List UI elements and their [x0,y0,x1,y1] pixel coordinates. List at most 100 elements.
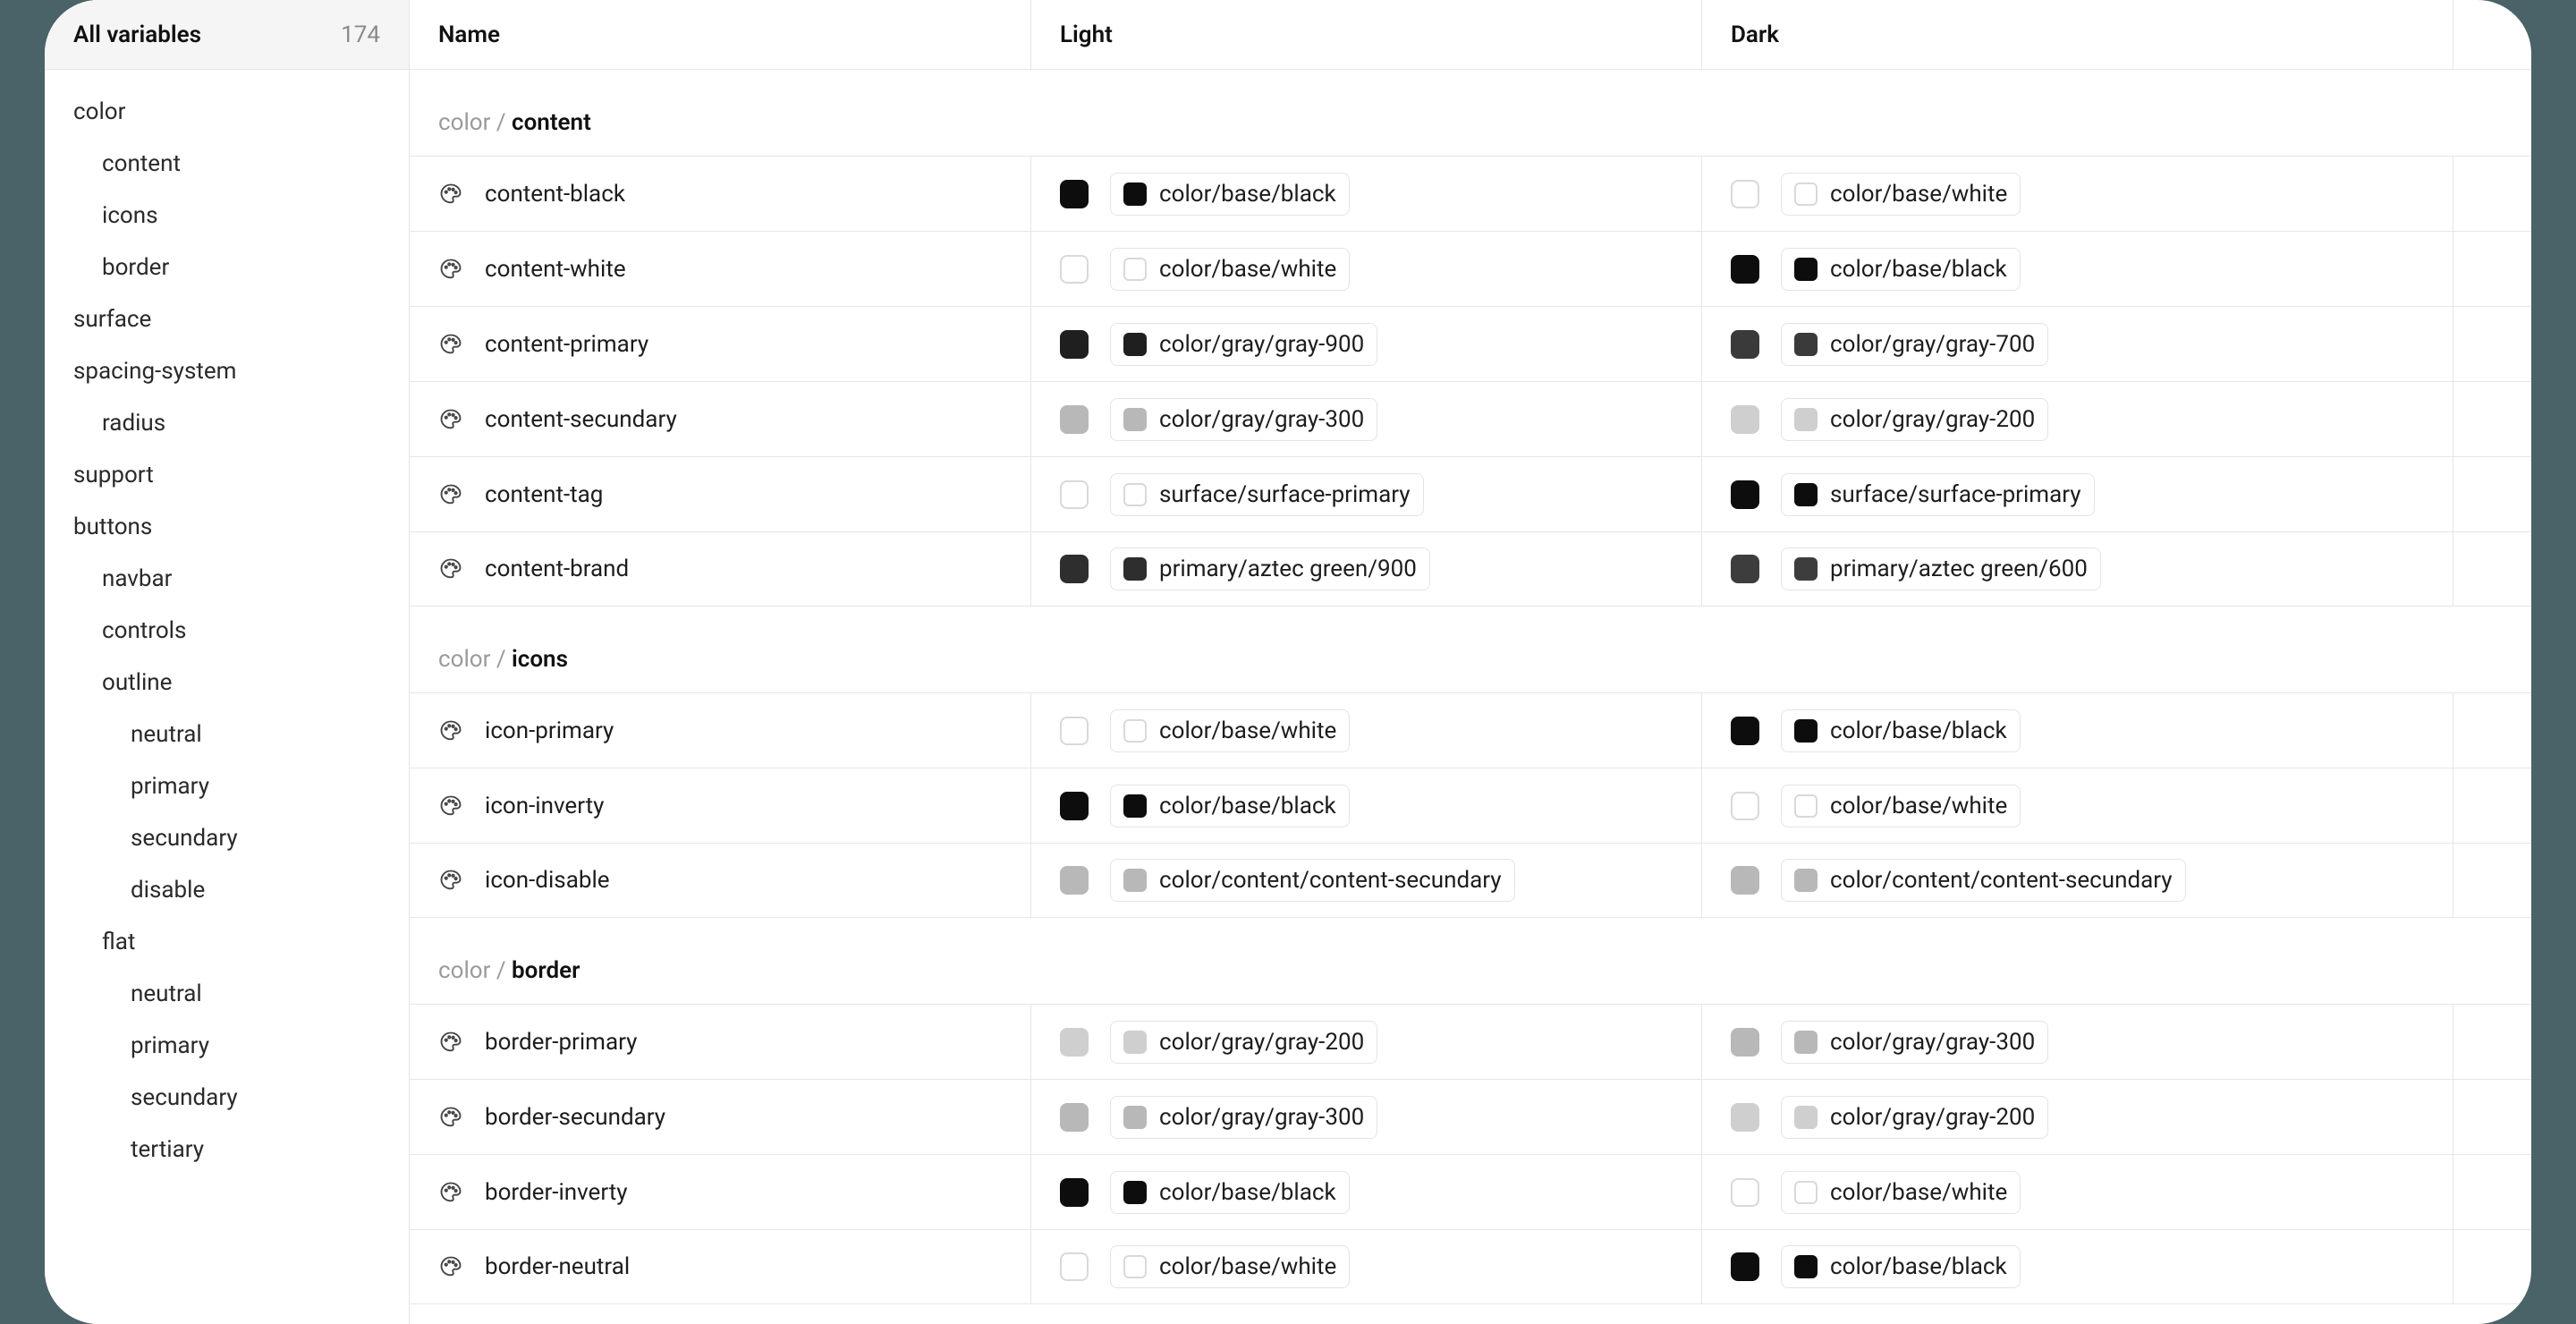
sidebar-item-border[interactable]: border [45,242,409,293]
cell-name[interactable]: content-white [410,232,1031,306]
alias-chip[interactable]: color/base/white [1781,173,2021,216]
alias-chip[interactable]: color/base/black [1110,785,1350,828]
sidebar-item-outline[interactable]: outline [45,657,409,709]
sidebar-item-controls[interactable]: controls [45,605,409,657]
alias-chip[interactable]: color/base/black [1781,709,2021,752]
alias-chip[interactable]: color/gray/gray-700 [1781,323,2048,366]
alias-chip[interactable]: color/gray/gray-200 [1781,1096,2048,1139]
sidebar-item-spacing-system[interactable]: spacing-system [45,345,409,397]
sidebar-item-secundary[interactable]: secundary [45,812,409,864]
cell-name[interactable]: content-black [410,157,1031,231]
alias-chip[interactable]: color/base/black [1110,173,1350,216]
alias-chip[interactable]: color/base/white [1110,248,1350,291]
cell-light[interactable]: color/base/white [1031,693,1702,768]
alias-chip[interactable]: color/gray/gray-300 [1110,1096,1377,1139]
cell-dark[interactable]: color/gray/gray-300 [1702,1005,2453,1079]
cell-name[interactable]: content-tag [410,457,1031,531]
alias-chip[interactable]: color/gray/gray-200 [1110,1021,1377,1064]
alias-chip[interactable]: color/gray/gray-300 [1110,398,1377,441]
cell-dark[interactable]: color/base/white [1702,1155,2453,1229]
cell-dark[interactable]: primary/aztec green/600 [1702,532,2453,606]
cell-light[interactable]: color/gray/gray-300 [1031,1080,1702,1154]
table-row[interactable]: icon-inverty color/base/black color/base/w… [410,768,2531,843]
cell-name[interactable]: icon-disable [410,844,1031,917]
cell-dark[interactable]: color/gray/gray-200 [1702,382,2453,456]
cell-name[interactable]: border-primary [410,1005,1031,1079]
sidebar-item-content[interactable]: content [45,138,409,190]
cell-dark[interactable]: color/base/white [1702,157,2453,231]
cell-dark[interactable]: color/base/black [1702,1230,2453,1303]
alias-chip[interactable]: color/gray/gray-900 [1110,323,1377,366]
cell-name[interactable]: content-secundary [410,382,1031,456]
cell-dark[interactable]: color/base/black [1702,232,2453,306]
cell-light[interactable]: color/base/white [1031,232,1702,306]
table-row[interactable]: content-black color/base/black color/base/… [410,156,2531,231]
col-light[interactable]: Light [1031,0,1702,69]
table-row[interactable]: content-brand primary/aztec green/900 prim… [410,531,2531,607]
sidebar-item-surface[interactable]: surface [45,293,409,345]
cell-light[interactable]: primary/aztec green/900 [1031,532,1702,606]
cell-dark[interactable]: color/gray/gray-700 [1702,307,2453,381]
cell-name[interactable]: border-inverty [410,1155,1031,1229]
alias-chip[interactable]: color/base/white [1781,785,2021,828]
sidebar-item-buttons[interactable]: buttons [45,501,409,553]
alias-chip[interactable]: surface/surface-primary [1781,473,2095,516]
cell-dark[interactable]: surface/surface-primary [1702,457,2453,531]
table-row[interactable]: border-secundary color/gray/gray-300 color… [410,1079,2531,1154]
sidebar-header[interactable]: All variables 174 [45,0,409,70]
sidebar-item-radius[interactable]: radius [45,397,409,449]
sidebar-item-secundary[interactable]: secundary [45,1072,409,1124]
alias-chip[interactable]: surface/surface-primary [1110,473,1424,516]
cell-light[interactable]: color/gray/gray-200 [1031,1005,1702,1079]
cell-name[interactable]: icon-primary [410,693,1031,768]
table-row[interactable]: icon-disable color/content/content-secund… [410,843,2531,918]
sidebar-item-navbar[interactable]: navbar [45,553,409,605]
alias-chip[interactable]: color/gray/gray-300 [1781,1021,2048,1064]
cell-light[interactable]: surface/surface-primary [1031,457,1702,531]
table-row[interactable]: border-inverty color/base/black color/base… [410,1154,2531,1229]
cell-name[interactable]: border-secundary [410,1080,1031,1154]
cell-light[interactable]: color/gray/gray-900 [1031,307,1702,381]
table-row[interactable]: content-white color/base/white color/base/… [410,231,2531,306]
cell-dark[interactable]: color/base/black [1702,693,2453,768]
alias-chip[interactable]: primary/aztec green/600 [1781,547,2101,590]
cell-light[interactable]: color/base/black [1031,157,1702,231]
table-row[interactable]: content-tag surface/surface-primary surfac… [410,456,2531,531]
alias-chip[interactable]: primary/aztec green/900 [1110,547,1430,590]
cell-dark[interactable]: color/base/white [1702,768,2453,843]
sidebar-item-primary[interactable]: primary [45,1020,409,1072]
sidebar-item-flat[interactable]: flat [45,916,409,968]
cell-dark[interactable]: color/gray/gray-200 [1702,1080,2453,1154]
alias-chip[interactable]: color/gray/gray-200 [1781,398,2048,441]
table-row[interactable]: content-secundary color/gray/gray-300 colo… [410,381,2531,456]
sidebar-item-support[interactable]: support [45,449,409,501]
alias-chip[interactable]: color/base/white [1110,709,1350,752]
cell-name[interactable]: border-neutral [410,1230,1031,1303]
cell-dark[interactable]: color/content/content-secundary [1702,844,2453,917]
cell-light[interactable]: color/base/black [1031,768,1702,843]
alias-chip[interactable]: color/base/black [1781,1245,2021,1288]
cell-name[interactable]: icon-inverty [410,768,1031,843]
cell-light[interactable]: color/base/black [1031,1155,1702,1229]
col-name[interactable]: Name [410,0,1031,69]
sidebar-item-tertiary[interactable]: tertiary [45,1124,409,1175]
table-row[interactable]: icon-primary color/base/white color/base/b… [410,692,2531,768]
sidebar-item-color[interactable]: color [45,86,409,138]
cell-name[interactable]: content-brand [410,532,1031,606]
table-row[interactable]: content-primary color/gray/gray-900 color/… [410,306,2531,381]
table-row[interactable]: border-neutral color/base/white color/base… [410,1229,2531,1304]
col-dark[interactable]: Dark [1702,0,2453,69]
alias-chip[interactable]: color/base/white [1781,1171,2021,1214]
sidebar-item-icons[interactable]: icons [45,190,409,242]
sidebar-item-disable[interactable]: disable [45,864,409,916]
cell-light[interactable]: color/content/content-secundary [1031,844,1702,917]
cell-name[interactable]: content-primary [410,307,1031,381]
alias-chip[interactable]: color/content/content-secundary [1110,859,1515,902]
cell-light[interactable]: color/gray/gray-300 [1031,382,1702,456]
alias-chip[interactable]: color/base/white [1110,1245,1350,1288]
cell-light[interactable]: color/base/white [1031,1230,1702,1303]
alias-chip[interactable]: color/base/black [1110,1171,1350,1214]
alias-chip[interactable]: color/base/black [1781,248,2021,291]
alias-chip[interactable]: color/content/content-secundary [1781,859,2186,902]
sidebar-item-neutral[interactable]: neutral [45,709,409,760]
